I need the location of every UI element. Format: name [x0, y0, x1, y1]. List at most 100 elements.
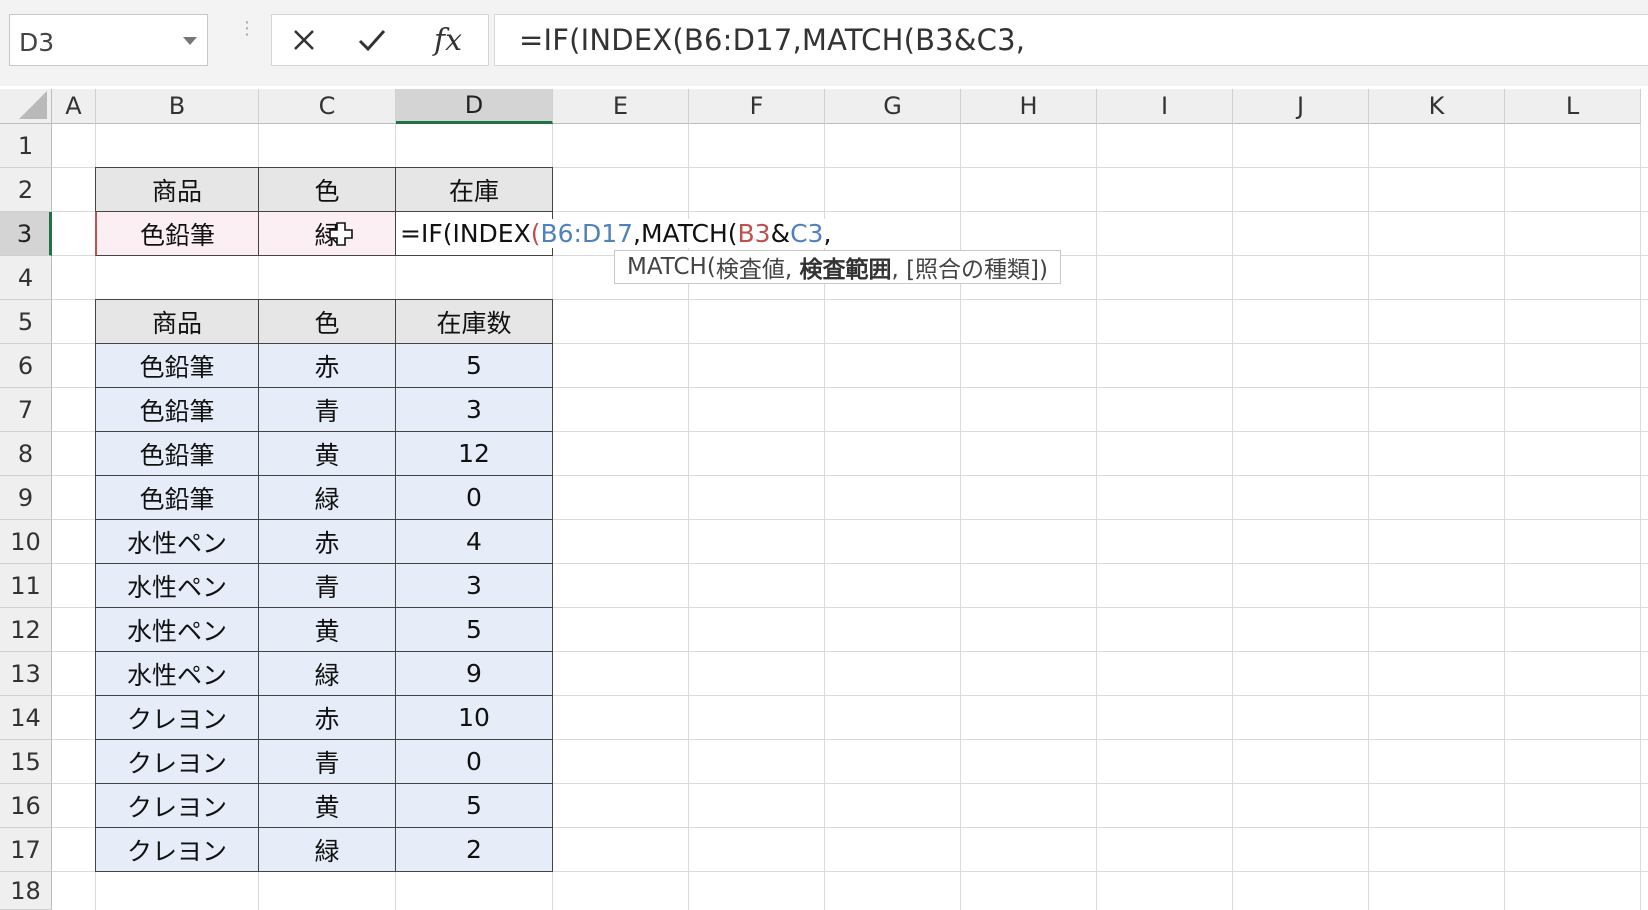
enter-button[interactable] [352, 19, 392, 61]
column-header-b[interactable]: B [96, 89, 259, 124]
inventory-cell[interactable]: 色鉛筆 [95, 475, 259, 520]
inventory-cell[interactable]: 緑 [258, 475, 396, 520]
column-header-f[interactable]: F [689, 89, 825, 124]
lookup-header-cell[interactable]: 色 [258, 167, 396, 212]
row-header-15[interactable]: 15 [0, 740, 52, 784]
cancel-button[interactable] [284, 19, 324, 61]
column-header-j[interactable]: J [1233, 89, 1369, 124]
column-header-g[interactable]: G [825, 89, 961, 124]
formula-part-if-index: =IF(INDEX [400, 219, 531, 248]
row-header-7[interactable]: 7 [0, 388, 52, 432]
lookup-header-cell[interactable]: 商品 [95, 167, 259, 212]
drag-handle-icon[interactable]: ⋮ [238, 20, 256, 56]
inventory-cell[interactable]: 0 [395, 739, 553, 784]
tooltip-function-name[interactable]: MATCH( [627, 254, 716, 280]
formula-part-ampersand: & [770, 219, 791, 248]
function-tooltip[interactable]: MATCH(検査値, 検査範囲, [照合の種類]) [614, 250, 1061, 284]
row-header-14[interactable]: 14 [0, 696, 52, 740]
inventory-cell[interactable]: 緑 [258, 651, 396, 696]
column-header-e[interactable]: E [553, 89, 689, 124]
row-header-9[interactable]: 9 [0, 476, 52, 520]
inventory-cell[interactable]: クレヨン [95, 695, 259, 740]
column-header-i[interactable]: I [1097, 89, 1233, 124]
tooltip-arg-lookup-value: 検査値, [715, 257, 800, 283]
inventory-cell[interactable]: 赤 [258, 519, 396, 564]
formula-part-comma: , [823, 219, 832, 248]
lookup-header-cell[interactable]: 在庫 [395, 167, 553, 212]
inventory-header-cell[interactable]: 色 [258, 299, 396, 344]
inventory-header-cell[interactable]: 商品 [95, 299, 259, 344]
row-header-8[interactable]: 8 [0, 432, 52, 476]
row-header-6[interactable]: 6 [0, 344, 52, 388]
formula-bar-area: D3 ⋮ fx =IF(INDEX(B6:D17,MATCH(B3&C3, [0, 0, 1648, 86]
row-header-5[interactable]: 5 [0, 300, 52, 344]
row-header-18[interactable]: 18 [0, 872, 52, 910]
inventory-cell[interactable]: 水性ペン [95, 651, 259, 696]
inventory-cell[interactable]: クレヨン [95, 827, 259, 872]
inventory-cell[interactable]: 黄 [258, 431, 396, 476]
inventory-cell[interactable]: 緑 [258, 827, 396, 872]
inventory-cell[interactable]: クレヨン [95, 739, 259, 784]
gridline-vertical [1096, 124, 1097, 910]
in-cell-formula[interactable]: =IF(INDEX(B6:D17,MATCH(B3&C3, [400, 219, 838, 248]
lookup-product-cell[interactable]: 色鉛筆 [95, 211, 259, 256]
inventory-cell[interactable]: 色鉛筆 [95, 343, 259, 388]
column-header-a[interactable]: A [52, 89, 96, 124]
row-header-4[interactable]: 4 [0, 256, 52, 300]
inventory-cell[interactable]: 水性ペン [95, 607, 259, 652]
inventory-cell[interactable]: 水性ペン [95, 563, 259, 608]
column-header-l[interactable]: L [1505, 89, 1641, 124]
inventory-cell[interactable]: 青 [258, 387, 396, 432]
row-header-11[interactable]: 11 [0, 564, 52, 608]
inventory-cell[interactable]: 9 [395, 651, 553, 696]
row-header-13[interactable]: 13 [0, 652, 52, 696]
row-header-16[interactable]: 16 [0, 784, 52, 828]
inventory-cell[interactable]: 黄 [258, 783, 396, 828]
row-header-3[interactable]: 3 [0, 212, 52, 256]
column-header-h[interactable]: H [961, 89, 1097, 124]
chevron-down-icon[interactable] [183, 37, 197, 45]
formula-part-paren: ( [530, 219, 541, 248]
inventory-cell[interactable]: 色鉛筆 [95, 387, 259, 432]
inventory-cell[interactable]: 赤 [258, 343, 396, 388]
inventory-cell[interactable]: 10 [395, 695, 553, 740]
select-all-button[interactable] [0, 89, 52, 124]
tooltip-arg-match-type: , [照合の種類]) [891, 257, 1048, 283]
insert-function-button[interactable]: fx [422, 19, 474, 61]
row-header-10[interactable]: 10 [0, 520, 52, 564]
row-header-1[interactable]: 1 [0, 124, 52, 168]
gridline-vertical [1640, 124, 1641, 910]
inventory-cell[interactable]: 黄 [258, 607, 396, 652]
inventory-header-cell[interactable]: 在庫数 [395, 299, 553, 344]
column-header-c[interactable]: C [259, 89, 396, 124]
gridline-vertical [1504, 124, 1505, 910]
inventory-cell[interactable]: 5 [395, 343, 553, 388]
inventory-cell[interactable]: 赤 [258, 695, 396, 740]
formula-input[interactable]: =IF(INDEX(B6:D17,MATCH(B3&C3, [494, 14, 1648, 66]
cursor-plus-icon [329, 222, 353, 246]
row-header-2[interactable]: 2 [0, 168, 52, 212]
gridline-vertical [1232, 124, 1233, 910]
row-header-12[interactable]: 12 [0, 608, 52, 652]
inventory-cell[interactable]: 0 [395, 475, 553, 520]
row-header-17[interactable]: 17 [0, 828, 52, 872]
inventory-cell[interactable]: 5 [395, 783, 553, 828]
inventory-cell[interactable]: 3 [395, 563, 553, 608]
inventory-cell[interactable]: クレヨン [95, 783, 259, 828]
lookup-color-cell[interactable]: 緑 [258, 211, 396, 256]
inventory-cell[interactable]: 青 [258, 563, 396, 608]
tooltip-arg-lookup-array: 検査範囲 [799, 257, 892, 283]
inventory-cell[interactable]: 色鉛筆 [95, 431, 259, 476]
inventory-cell[interactable]: 12 [395, 431, 553, 476]
inventory-cell[interactable]: 水性ペン [95, 519, 259, 564]
worksheet-grid[interactable]: A B C D E F G H I J K L 1 2 3 4 5 6 7 8 9 10 11 12 13 14 15 16 17 18 商… [0, 86, 1648, 910]
inventory-cell[interactable]: 4 [395, 519, 553, 564]
inventory-cell[interactable]: 青 [258, 739, 396, 784]
formula-text: =IF(INDEX(B6:D17,MATCH(B3&C3, [519, 23, 1026, 57]
column-header-k[interactable]: K [1369, 89, 1505, 124]
name-box[interactable]: D3 [9, 14, 208, 66]
inventory-cell[interactable]: 3 [395, 387, 553, 432]
inventory-cell[interactable]: 2 [395, 827, 553, 872]
column-header-d[interactable]: D [396, 89, 553, 124]
inventory-cell[interactable]: 5 [395, 607, 553, 652]
